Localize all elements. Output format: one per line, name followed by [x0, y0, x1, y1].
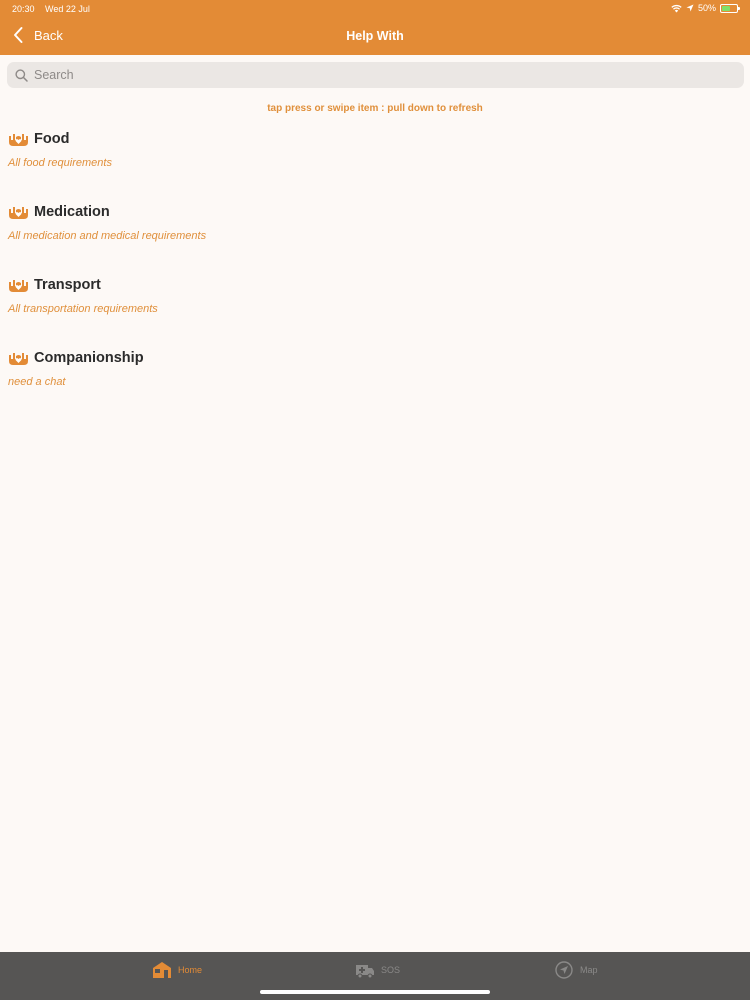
location-arrow-icon [555, 961, 573, 979]
tab-map[interactable]: Map [554, 961, 598, 979]
tab-home[interactable]: Home [152, 961, 202, 979]
status-bar: 20:30 Wed 22 Jul 50% [0, 0, 750, 18]
list-item-food[interactable]: Food All food requirements [0, 125, 750, 198]
navigation-bar: Back Help With [0, 20, 750, 54]
tab-label: Home [178, 965, 203, 975]
item-title: Companionship [34, 350, 144, 366]
list-item-medication[interactable]: Medication All medication and medical re… [0, 198, 750, 271]
item-subtitle: All food requirements [8, 157, 112, 169]
search-input[interactable] [34, 68, 714, 82]
item-subtitle: All transportation requirements [8, 303, 158, 315]
list-item-companionship[interactable]: Companionship need a chat [0, 344, 750, 417]
item-title: Transport [34, 277, 101, 293]
helping-hands-icon [9, 353, 28, 365]
helping-hands-icon [9, 134, 28, 146]
helping-hands-icon [9, 280, 28, 292]
item-subtitle: need a chat [8, 376, 66, 388]
item-subtitle: All medication and medical requirements [8, 230, 207, 242]
top-bar: 20:30 Wed 22 Jul 50% Back Help With [0, 0, 750, 55]
item-title: Food [34, 131, 70, 147]
status-date: Wed 22 Jul [45, 4, 90, 14]
page-title: Help With [346, 29, 404, 43]
battery-percent: 50% [697, 3, 716, 13]
list-item-transport[interactable]: Transport All transportation requirement… [0, 271, 750, 344]
item-title: Medication [34, 204, 110, 220]
tab-label: SOS [381, 965, 401, 975]
battery-icon [720, 3, 740, 13]
search-bar[interactable] [7, 62, 744, 88]
status-time: 20:30 [12, 4, 35, 14]
helping-hands-icon [9, 207, 28, 219]
status-right: 50% [671, 3, 740, 13]
help-list: Food All food requirements Medication Al… [0, 125, 750, 417]
ambulance-icon [356, 965, 374, 979]
refresh-hint: tap press or swipe item : pull down to r… [267, 103, 483, 114]
tab-label: Map [580, 965, 598, 975]
wifi-icon [671, 4, 682, 12]
location-icon [686, 4, 694, 12]
home-indicator [260, 990, 490, 994]
search-icon [15, 68, 28, 82]
home-icon [153, 962, 171, 978]
tab-sos[interactable]: SOS [355, 961, 400, 979]
